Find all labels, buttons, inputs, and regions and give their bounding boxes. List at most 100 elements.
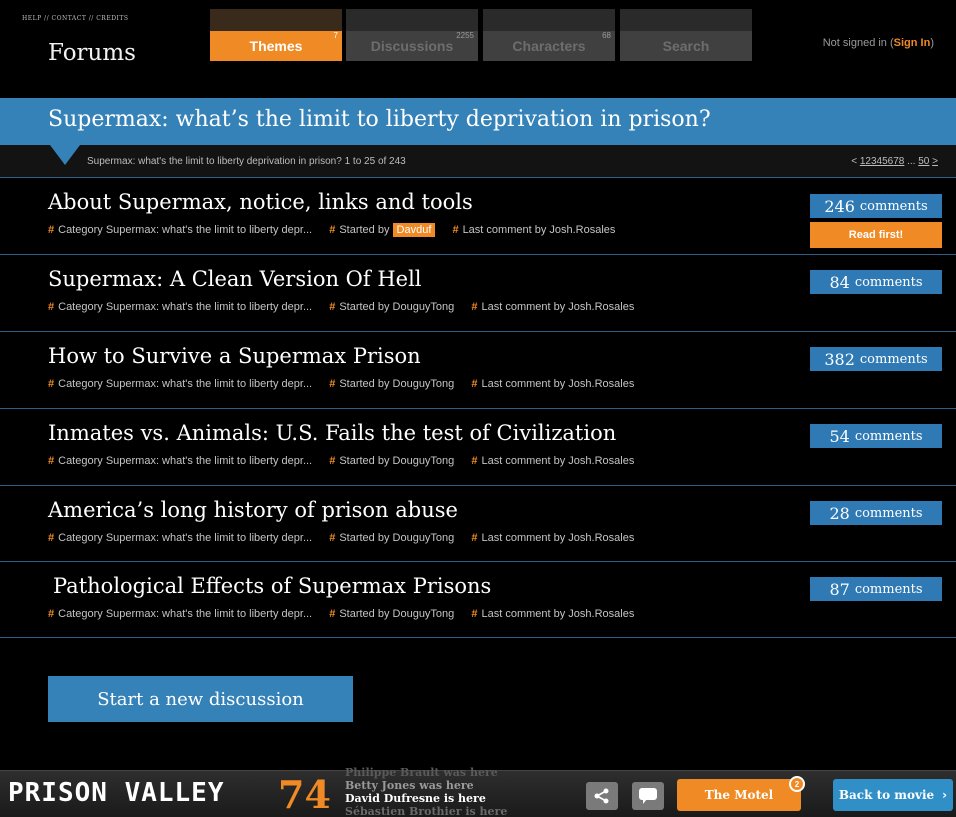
hash-icon: #	[48, 455, 55, 467]
discussion-row: How to Survive a Supermax Prison # Catego…	[0, 331, 956, 408]
comments-count: 54	[829, 426, 850, 446]
hash-icon: #	[471, 532, 478, 544]
last-comment[interactable]: Last comment by Josh.Rosales	[481, 608, 634, 620]
pagination: < 12345678 ... 50 >	[851, 156, 938, 167]
comments-count: 84	[829, 272, 850, 292]
tab-characters[interactable]: Characters 68	[483, 9, 615, 61]
last-comment[interactable]: Last comment by Josh.Rosales	[481, 301, 634, 313]
discussion-row: About Supermax, notice, links and tools …	[0, 177, 956, 254]
comments-label: comments	[859, 198, 928, 214]
tab-discussions[interactable]: Discussions 2255	[346, 9, 478, 61]
comments-count-button[interactable]: 246 comments	[810, 194, 942, 218]
comments-label: comments	[854, 428, 923, 444]
discussion-category[interactable]: Category Supermax: what's the limit to l…	[58, 455, 312, 467]
hash-icon: #	[471, 455, 478, 467]
last-comment[interactable]: Last comment by Josh.Rosales	[481, 532, 634, 544]
discussion-category[interactable]: Category Supermax: what's the limit to l…	[58, 608, 312, 620]
hash-icon: #	[48, 378, 55, 390]
hash-icon: #	[329, 224, 336, 236]
tab-label: Characters	[483, 31, 615, 61]
discussion-meta: # Category Supermax: what's the limit to …	[48, 378, 634, 390]
tab-count: 2255	[456, 31, 474, 40]
tab-cap	[346, 9, 478, 31]
top-links[interactable]: HELP // CONTACT // CREDITS	[22, 15, 129, 22]
tab-cap	[483, 9, 615, 31]
discussion-author[interactable]: DouguyTong	[393, 455, 455, 467]
motel-notification-badge: 2	[789, 776, 805, 792]
discussion-category[interactable]: Category Supermax: what's the limit to l…	[58, 301, 312, 313]
discussion-author[interactable]: DouguyTong	[393, 378, 455, 390]
signin-close: )	[930, 37, 934, 49]
started-by-label: Started by	[339, 532, 390, 544]
comments-count-button[interactable]: 84 comments	[810, 270, 942, 294]
list-divider	[0, 637, 956, 638]
started-by-label: Started by	[339, 455, 390, 467]
discussion-row: Supermax: A Clean Version Of Hell # Categ…	[0, 254, 956, 331]
last-comment[interactable]: Last comment by Josh.Rosales	[481, 455, 634, 467]
discussion-category[interactable]: Category Supermax: what's the limit to l…	[58, 378, 312, 390]
started-by-label: Started by	[339, 301, 390, 313]
comments-count: 246	[824, 196, 855, 216]
comments-label: comments	[854, 274, 923, 290]
the-motel-button[interactable]: The Motel	[677, 779, 801, 811]
comments-label: comments	[854, 581, 923, 597]
discussion-author[interactable]: Davduf	[392, 223, 436, 237]
hash-icon: #	[329, 301, 336, 313]
discussion-author[interactable]: DouguyTong	[393, 532, 455, 544]
hash-icon: #	[329, 455, 336, 467]
comments-count-button[interactable]: 28 comments	[810, 501, 942, 525]
comments-count-button[interactable]: 87 comments	[810, 577, 942, 601]
hash-icon: #	[452, 224, 459, 236]
tab-count: 7	[333, 31, 338, 40]
discussion-meta: # Category Supermax: what's the limit to …	[48, 608, 634, 620]
share-icon[interactable]	[586, 782, 618, 810]
discussion-title[interactable]: Inmates vs. Animals: U.S. Fails the test…	[48, 421, 616, 445]
pager-last[interactable]: 50	[918, 156, 929, 167]
discussion-title[interactable]: America’s long history of prison abuse	[48, 498, 458, 522]
thread-title: Supermax: what’s the limit to liberty de…	[48, 107, 711, 132]
header-pointer	[50, 145, 80, 165]
pager-next[interactable]: >	[932, 156, 938, 167]
discussion-author[interactable]: DouguyTong	[393, 608, 455, 620]
discussion-title[interactable]: How to Survive a Supermax Prison	[48, 344, 421, 368]
pager-page[interactable]: 8	[899, 156, 905, 167]
start-new-discussion-button[interactable]: Start a new discussion	[48, 676, 353, 722]
discussion-category[interactable]: Category Supermax: what's the limit to l…	[58, 532, 312, 544]
last-comment[interactable]: Last comment by Josh.Rosales	[463, 224, 616, 236]
discussion-title[interactable]: Supermax: A Clean Version Of Hell	[48, 267, 422, 291]
read-first-button[interactable]: Read first!	[810, 222, 942, 248]
hash-icon: #	[48, 532, 55, 544]
discussion-category[interactable]: Category Supermax: what's the limit to l…	[58, 224, 312, 236]
hash-icon: #	[48, 301, 55, 313]
last-comment[interactable]: Last comment by Josh.Rosales	[481, 378, 634, 390]
tab-label: Search	[620, 31, 752, 61]
tab-cap	[210, 9, 342, 31]
tab-themes[interactable]: Themes 7	[210, 9, 342, 61]
comments-count-button[interactable]: 382 comments	[810, 347, 942, 371]
discussion-author[interactable]: DouguyTong	[393, 301, 455, 313]
presence-list: Philippe Brault was here Betty Jones was…	[345, 766, 507, 817]
discussion-meta: # Category Supermax: what's the limit to …	[48, 532, 634, 544]
tab-count: 68	[602, 31, 611, 40]
hash-icon: #	[329, 608, 336, 620]
pager-prev[interactable]: <	[851, 156, 857, 167]
prison-valley-logo[interactable]: PRISON VALLEY	[8, 778, 225, 808]
discussion-meta: # Category Supermax: what's the limit to …	[48, 223, 616, 237]
comments-count-button[interactable]: 54 comments	[810, 424, 942, 448]
discussion-title[interactable]: Pathological Effects of Supermax Prisons	[53, 574, 491, 598]
discussion-title[interactable]: About Supermax, notice, links and tools	[48, 190, 473, 214]
started-by-label: Started by	[339, 378, 390, 390]
comments-label: comments	[859, 351, 928, 367]
discussion-row: Pathological Effects of Supermax Prisons…	[0, 561, 956, 638]
signin-link[interactable]: Sign In	[894, 37, 931, 49]
hash-icon: #	[471, 608, 478, 620]
discussion-meta: # Category Supermax: what's the limit to …	[48, 301, 634, 313]
tab-search[interactable]: Search	[620, 9, 752, 61]
started-by-label: Started by	[339, 608, 390, 620]
presence-item: David Dufresne is here	[345, 792, 486, 805]
speech-bubble-icon[interactable]	[632, 782, 664, 810]
hash-icon: #	[48, 608, 55, 620]
back-to-movie-button[interactable]: Back to movie ›	[833, 779, 953, 811]
signin-status: Not signed in (Sign In)	[823, 37, 934, 49]
discussion-meta: # Category Supermax: what's the limit to …	[48, 455, 634, 467]
